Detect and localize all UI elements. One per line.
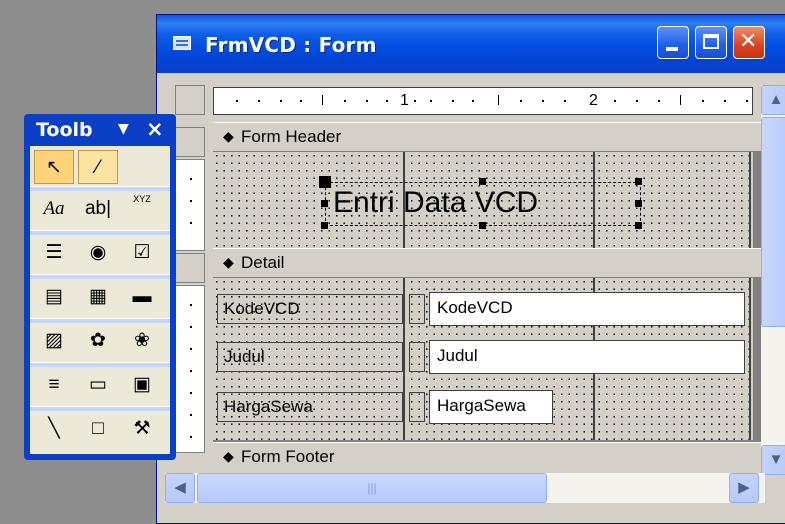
field-label-hargasewa[interactable]: HargaSewa	[217, 392, 403, 422]
bound-object-icon: ❀	[134, 330, 150, 351]
detail-section[interactable]: KodeVCD KodeVCD Judul Judul HargaSewa Ha…	[213, 278, 753, 440]
section-arrow-icon: ◆	[223, 448, 234, 464]
toolbox-palette: Toolb ▼ × ↖ ⁄ Aa ab| XYZ ☰ ◉ ☑ ▤ ▦ ▬ ▨ ✿…	[24, 114, 176, 460]
section-arrow-icon: ◆	[223, 254, 234, 270]
resize-handle[interactable]	[635, 222, 642, 229]
ruler-mark-2: 2	[589, 92, 598, 109]
scroll-left-button[interactable]: ◀	[165, 473, 195, 503]
resize-handle[interactable]	[479, 178, 486, 185]
horizontal-scroll-thumb[interactable]: |||	[197, 473, 547, 503]
field-label-kodevcd[interactable]: KodeVCD	[217, 294, 403, 324]
option-group-tool[interactable]: XYZ	[122, 192, 162, 226]
combo-icon: ▤	[45, 286, 63, 307]
form-footer-bar[interactable]: ◆ Form Footer	[213, 442, 761, 467]
tools-icon: ⚒	[133, 418, 151, 439]
form-design-window: FrmVCD : Form ✕ 1 2 ◆ Form Header Entri …	[156, 14, 785, 524]
section-arrow-icon: ◆	[223, 128, 234, 144]
close-button[interactable]: ✕	[733, 26, 765, 59]
checkbox-icon: ☑	[133, 242, 151, 263]
command-button-tool[interactable]: ▬	[122, 280, 162, 314]
combo-box-tool[interactable]: ▤	[34, 280, 74, 314]
option-button-tool[interactable]: ◉	[78, 236, 118, 270]
subform-icon: ▣	[133, 374, 151, 395]
form-header-label: Form Header	[241, 127, 342, 146]
scroll-up-button[interactable]: ▲	[761, 85, 785, 115]
resize-handle[interactable]	[479, 222, 486, 229]
vertical-scrollbar[interactable]: ▲ ▼	[761, 85, 785, 475]
text-box-tool[interactable]: ab|	[78, 192, 118, 226]
form-icon	[173, 36, 191, 50]
toolbox-dropdown-icon[interactable]: ▼	[118, 121, 129, 137]
form-footer-label: Form Footer	[241, 447, 335, 466]
detail-bar[interactable]: ◆ Detail	[213, 248, 761, 278]
image-tool[interactable]: ▨	[34, 324, 74, 358]
pointer-icon: ↖	[46, 157, 62, 178]
toolbox-close-icon[interactable]: ×	[146, 117, 164, 141]
detail-label: Detail	[241, 253, 285, 272]
field-textbox-kodevcd[interactable]: KodeVCD	[429, 292, 745, 326]
toolbox-title: Toolb	[36, 119, 93, 141]
button-icon: ▬	[132, 286, 152, 307]
line-icon: ╲	[48, 418, 60, 439]
horizontal-scrollbar[interactable]: ◀ ||| ▶	[165, 473, 765, 503]
field-label-spacer	[409, 342, 425, 372]
title-bar[interactable]: FrmVCD : Form ✕	[157, 15, 785, 73]
vertical-ruler[interactable]	[175, 127, 205, 457]
field-textbox-hargasewa[interactable]: HargaSewa	[429, 390, 553, 424]
image-icon: ▨	[45, 330, 63, 351]
rectangle-icon: □	[92, 418, 104, 439]
maximize-button[interactable]	[695, 26, 727, 59]
bound-object-frame-tool[interactable]: ❀	[122, 324, 162, 358]
select-objects-tool[interactable]: ↖	[34, 150, 74, 184]
toggle-button-tool[interactable]: ☰	[34, 236, 74, 270]
field-label-judul[interactable]: Judul	[217, 342, 403, 372]
subform-tool[interactable]: ▣	[122, 368, 162, 402]
resize-handle[interactable]	[321, 222, 328, 229]
wand-icon: ⁄	[96, 157, 100, 178]
ruler-mark-1: 1	[400, 92, 409, 109]
header-label[interactable]: Entri Data VCD	[333, 186, 538, 220]
form-design-surface[interactable]: ◆ Form Header Entri Data VCD ◆ Detail Ko…	[213, 122, 761, 467]
radio-icon: ◉	[89, 242, 107, 263]
tab-control-tool[interactable]: ▭	[78, 368, 118, 402]
resize-handle[interactable]	[321, 200, 328, 207]
minimize-icon	[666, 47, 678, 51]
toolbox-body: ↖ ⁄ Aa ab| XYZ ☰ ◉ ☑ ▤ ▦ ▬ ▨ ✿ ❀ ≡ ▭ ▣ ╲…	[30, 146, 170, 454]
scroll-right-button[interactable]: ▶	[729, 473, 759, 503]
line-tool[interactable]: ╲	[34, 412, 74, 446]
window-title: FrmVCD : Form	[205, 33, 377, 57]
close-icon: ✕	[739, 29, 758, 54]
resize-handle[interactable]	[635, 178, 642, 185]
tab-icon: ▭	[89, 374, 107, 395]
ruler-corner[interactable]	[175, 85, 205, 115]
resize-handle[interactable]	[635, 200, 642, 207]
unbound-object-icon: ✿	[90, 330, 106, 351]
form-header-section[interactable]: Entri Data VCD	[213, 152, 753, 248]
field-label-spacer	[409, 294, 425, 324]
toolbox-title-bar[interactable]: Toolb ▼ ×	[24, 114, 176, 146]
unbound-object-frame-tool[interactable]: ✿	[78, 324, 118, 358]
field-textbox-judul[interactable]: Judul	[429, 340, 745, 374]
scroll-down-button[interactable]: ▼	[761, 445, 785, 475]
vertical-scroll-thumb[interactable]	[761, 117, 785, 327]
label-tool[interactable]: Aa	[34, 192, 74, 226]
list-icon: ▦	[89, 286, 107, 307]
form-header-bar[interactable]: ◆ Form Header	[213, 122, 761, 152]
rectangle-tool[interactable]: □	[78, 412, 118, 446]
control-wizards-tool[interactable]: ⁄	[78, 150, 118, 184]
toggle-icon: ☰	[45, 242, 63, 263]
more-controls-tool[interactable]: ⚒	[122, 412, 162, 446]
minimize-button[interactable]	[657, 26, 689, 59]
maximize-icon	[703, 34, 719, 49]
field-label-spacer	[409, 392, 425, 422]
list-box-tool[interactable]: ▦	[78, 280, 118, 314]
page-break-tool[interactable]: ≡	[34, 368, 74, 402]
page-break-icon: ≡	[48, 374, 60, 395]
check-box-tool[interactable]: ☑	[122, 236, 162, 270]
horizontal-ruler[interactable]: 1 2	[213, 87, 753, 115]
move-handle[interactable]	[319, 176, 331, 188]
